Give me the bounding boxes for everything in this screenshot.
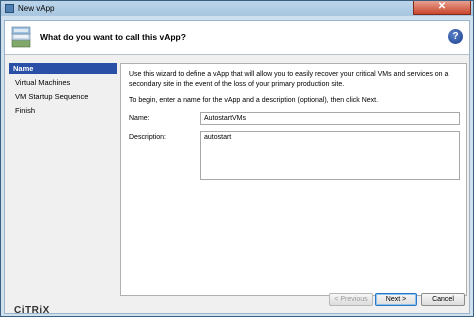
help-icon[interactable]: ? [448,29,463,44]
citrix-logo: CiTRiX [14,305,50,316]
intro-text: Use this wizard to define a vApp that wi… [129,71,449,88]
vapp-icon [11,26,31,48]
description-label: Description: [129,134,166,141]
close-button[interactable]: ✕ [413,1,471,15]
step-finish[interactable]: Finish [11,105,35,116]
window-title: New vApp [18,4,55,13]
close-icon: ✕ [437,1,447,12]
description-field[interactable]: autostart [200,131,460,180]
title-bar[interactable]: New vApp ✕ [1,1,473,16]
cancel-button[interactable]: Cancel [421,293,465,306]
name-field[interactable]: AutostartVMs [200,112,460,125]
instruction-text: To begin, enter a name for the vApp and … [129,97,379,104]
step-virtual-machines[interactable]: Virtual Machines [11,77,70,88]
wizard-window: New vApp ✕ What do you want to call this… [0,0,474,317]
app-icon [5,4,14,13]
page-title: What do you want to call this vApp? [40,32,186,42]
wizard-steps: Name Virtual Machines VM Startup Sequenc… [9,61,117,316]
wizard-content: Use this wizard to define a vApp that wi… [120,63,467,296]
name-label: Name: [129,115,150,122]
step-vm-startup-sequence[interactable]: VM Startup Sequence [11,91,88,102]
next-button[interactable]: Next > [375,293,417,306]
wizard-header: What do you want to call this vApp? ? [5,21,469,55]
previous-button[interactable]: < Previous [329,293,373,306]
wizard-client-area: What do you want to call this vApp? ? Na… [4,20,470,316]
step-name[interactable]: Name [9,63,117,74]
